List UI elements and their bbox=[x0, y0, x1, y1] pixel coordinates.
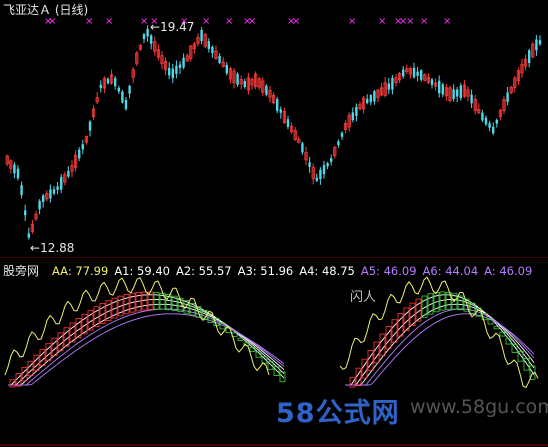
watermark-text: 58公式网 bbox=[276, 398, 400, 429]
readout-item: A6: 44.04 bbox=[422, 264, 479, 278]
readout-item: A3: 51.96 bbox=[237, 264, 294, 278]
overlay-text: 闪人 bbox=[350, 290, 377, 305]
band-box bbox=[493, 326, 500, 330]
ma-line bbox=[345, 303, 535, 386]
ma-line bbox=[8, 313, 285, 386]
readout-item: A: 46.09 bbox=[484, 264, 533, 278]
band-box bbox=[237, 337, 244, 341]
chart-title: 飞亚达Ａ (日线) bbox=[3, 3, 89, 17]
indicator-readout: AA: 77.99 A1: 59.40 A2: 55.57 A3: 51.96 A4: … bbox=[52, 264, 538, 278]
indicator-chart[interactable] bbox=[0, 0, 548, 447]
ma-line bbox=[345, 313, 535, 386]
chart-window: × × × × × × × × × × × × × × × × × × × × 飞亚达Ａ (日线) ←19.47 ←1… bbox=[0, 0, 548, 447]
readout-item: A4: 48.75 bbox=[299, 264, 355, 278]
watermark-url: www.58gu.com bbox=[410, 396, 548, 418]
indicator-name: 股旁网 bbox=[3, 264, 40, 278]
readout-item: AA: 77.99 bbox=[52, 264, 109, 278]
high-price-label: ←19.47 bbox=[150, 20, 195, 34]
low-price-label: ←12.88 bbox=[30, 241, 75, 255]
readout-item: A5: 46.09 bbox=[360, 264, 417, 278]
ma-line bbox=[8, 299, 285, 386]
readout-item: A1: 59.40 bbox=[114, 264, 170, 278]
readout-item: A2: 55.57 bbox=[175, 264, 232, 278]
